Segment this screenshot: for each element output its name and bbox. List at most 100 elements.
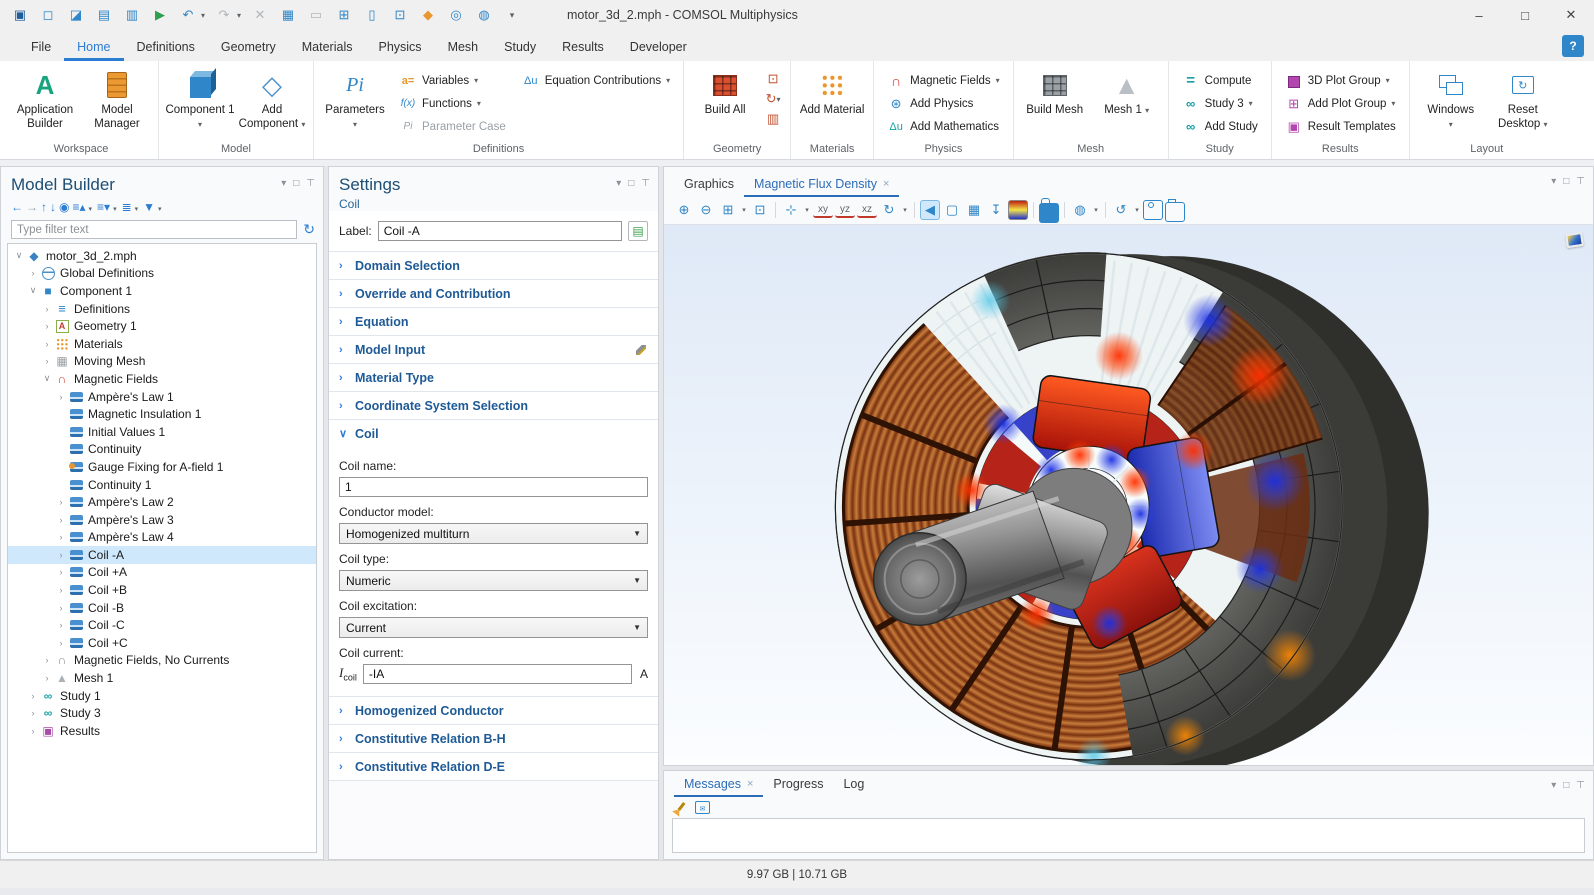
select-frame-icon[interactable] [388, 4, 412, 26]
tree-chevron[interactable]: ∨ [26, 285, 40, 296]
chevron-down-icon[interactable]: ▾ [89, 205, 93, 213]
tab-results[interactable]: Results [549, 34, 617, 61]
add-component-button[interactable]: Add Component ▾ [237, 65, 307, 139]
section-constitutive-de[interactable]: ›Constitutive Relation D-E [329, 752, 658, 780]
tree-item[interactable]: ∨Component 1 [8, 282, 316, 300]
scene-light-icon[interactable] [920, 200, 940, 220]
tab-mesh[interactable]: Mesh [435, 34, 492, 61]
tab-definitions[interactable]: Definitions [124, 34, 208, 61]
tree-item[interactable]: ›Coil -B [8, 599, 316, 617]
tree-settings-icon[interactable]: ≣ [122, 200, 132, 214]
result-templates-button[interactable]: Result Templates [1278, 115, 1403, 138]
zoom-box-icon[interactable] [718, 200, 738, 220]
chevron-down-icon[interactable]: ▾ [901, 200, 909, 220]
panel-menu-icon[interactable]: ▾ [1551, 780, 1556, 791]
reset-desktop-button[interactable]: ↻ Reset Desktop ▾ [1488, 65, 1558, 139]
build-all-button[interactable]: Build All [690, 65, 760, 139]
tree-item[interactable]: ›Ampère's Law 1 [8, 388, 316, 406]
clear-messages-icon[interactable] [678, 802, 686, 811]
tab-graphics[interactable]: Graphics [674, 173, 744, 197]
refresh-icon[interactable]: ↻ [303, 221, 315, 238]
save-search-icon[interactable] [120, 4, 144, 26]
mesh-1-button[interactable]: Mesh 1 ▾ [1092, 65, 1162, 139]
tree-item[interactable]: ›Magnetic Fields, No Currents [8, 652, 316, 670]
tree-item[interactable]: ›Geometry 1 [8, 317, 316, 335]
tree-item[interactable]: ›Ampère's Law 2 [8, 493, 316, 511]
chevron-down-icon[interactable]: ▾ [135, 205, 139, 213]
tree-chevron[interactable]: › [40, 321, 54, 331]
tree-item[interactable]: ›Coil -A [8, 546, 316, 564]
tree-item[interactable]: ›Coil +A [8, 564, 316, 582]
conductor-model-select[interactable]: Homogenized multiturn▼ [339, 523, 648, 544]
section-equation[interactable]: ›Equation [329, 307, 658, 335]
tree-chevron[interactable]: › [54, 585, 68, 595]
graphics-canvas[interactable] [664, 225, 1593, 765]
redo-dropdown-icon[interactable] [234, 4, 244, 26]
help-button[interactable]: ? [1562, 35, 1584, 57]
find-settings-icon[interactable] [472, 4, 496, 26]
close-tab-icon[interactable]: × [747, 778, 753, 790]
rename-button[interactable]: ▤ [628, 221, 648, 241]
expand-up-icon[interactable]: ≡▴ [72, 200, 85, 214]
panel-float-icon[interactable]: □ [293, 178, 299, 189]
tree-chevron[interactable]: › [54, 532, 68, 542]
undo-icon[interactable] [176, 4, 200, 26]
plot-thumbnail-icon[interactable] [1565, 232, 1584, 248]
application-builder-button[interactable]: Application Builder [10, 65, 80, 139]
expand-down-icon[interactable]: ≡▾ [97, 200, 110, 214]
panel-float-icon[interactable]: □ [628, 178, 634, 189]
close-tab-icon[interactable]: × [883, 178, 889, 190]
add-physics-button[interactable]: Add Physics [880, 92, 1007, 115]
tree-item[interactable]: ›Ampère's Law 4 [8, 529, 316, 547]
build-mesh-button[interactable]: Build Mesh [1020, 65, 1090, 139]
section-homogenized-conductor[interactable]: ›Homogenized Conductor [329, 696, 658, 724]
tree-item[interactable]: ›Coil +B [8, 581, 316, 599]
study-3-button[interactable]: Study 3 ▾ [1175, 92, 1265, 115]
panel-pin-icon[interactable]: ⊤ [1576, 780, 1585, 791]
tree-chevron[interactable]: › [54, 620, 68, 630]
section-coil[interactable]: ∨Coil [329, 419, 658, 447]
chevron-down-icon[interactable]: ▾ [158, 205, 162, 213]
move-up-icon[interactable]: ↑ [41, 200, 47, 214]
tab-materials[interactable]: Materials [289, 34, 366, 61]
messages-output[interactable] [672, 818, 1585, 853]
color-legend-icon[interactable] [1008, 200, 1028, 220]
tree-item[interactable]: ›Moving Mesh [8, 353, 316, 371]
tree-item[interactable]: ›Study 3 [8, 704, 316, 722]
tree-item[interactable]: ›Coil +C [8, 634, 316, 652]
tab-log[interactable]: Log [833, 773, 874, 797]
coil-type-select[interactable]: Numeric▼ [339, 570, 648, 591]
panel-pin-icon[interactable]: ⊤ [641, 178, 650, 189]
chevron-down-icon[interactable]: ▾ [1133, 200, 1141, 220]
tree-chevron[interactable]: › [40, 673, 54, 683]
highlight-icon[interactable] [416, 4, 440, 26]
tab-physics[interactable]: Physics [365, 34, 434, 61]
tree-chevron[interactable]: ∨ [12, 250, 26, 261]
windows-button[interactable]: Windows▾ [1416, 65, 1486, 139]
tree-chevron[interactable]: › [54, 638, 68, 648]
app-menu-icon[interactable] [8, 4, 32, 26]
section-material-type[interactable]: ›Material Type [329, 363, 658, 391]
minimize-button[interactable]: – [1456, 0, 1502, 30]
coil-excitation-select[interactable]: Current▼ [339, 617, 648, 638]
virtual-operations-icon[interactable] [762, 109, 784, 129]
tree-item[interactable]: Initial Values 1 [8, 423, 316, 441]
tab-geometry[interactable]: Geometry [208, 34, 289, 61]
open-file-icon[interactable] [64, 4, 88, 26]
cut-icon[interactable] [248, 4, 272, 26]
coil-current-input[interactable] [363, 664, 632, 684]
chevron-down-icon[interactable]: ▾ [1092, 200, 1100, 220]
compute-button[interactable]: Compute [1175, 69, 1265, 92]
redo-icon[interactable] [212, 4, 236, 26]
go-to-default-view-icon[interactable] [781, 200, 801, 220]
zoom-extents-icon[interactable] [750, 200, 770, 220]
panel-pin-icon[interactable]: ⊤ [1576, 176, 1585, 187]
tree-chevron[interactable]: › [54, 550, 68, 560]
tree-chevron[interactable]: › [54, 515, 68, 525]
tree-item[interactable]: Continuity 1 [8, 476, 316, 494]
print-icon[interactable] [1165, 200, 1185, 220]
environment-icon[interactable] [942, 200, 962, 220]
functions-button[interactable]: Functions ▾ [392, 92, 513, 115]
tree-item[interactable]: ∨motor_3d_2.mph [8, 247, 316, 265]
tree-item[interactable]: ∨Magnetic Fields [8, 370, 316, 388]
